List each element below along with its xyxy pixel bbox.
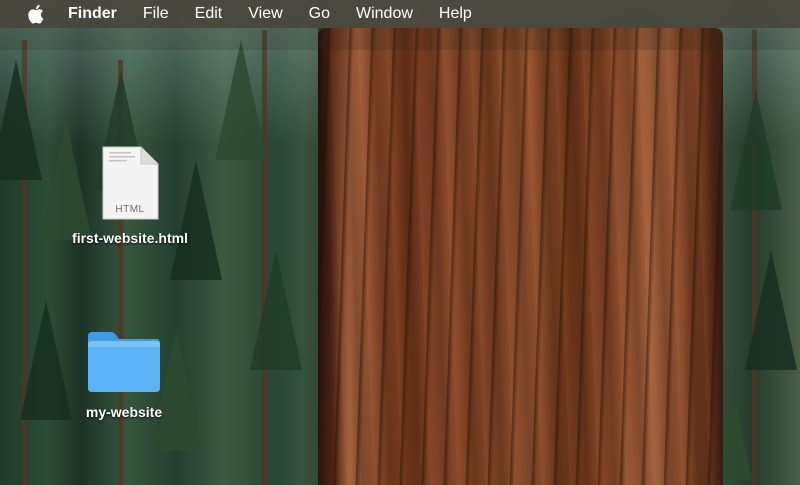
sequoia-trunk: [318, 28, 723, 485]
menu-view[interactable]: View: [248, 5, 282, 23]
menu-help[interactable]: Help: [439, 5, 472, 23]
background-tree: [745, 250, 797, 370]
desktop-icon-first-website-html[interactable]: HTML first-website.html: [50, 146, 210, 246]
menubar-shadow: [0, 28, 800, 50]
desktop-icon-my-website[interactable]: my-website: [44, 330, 204, 420]
menu-edit[interactable]: Edit: [195, 5, 223, 23]
desktop-icon-label: my-website: [85, 404, 163, 420]
menu-window[interactable]: Window: [356, 5, 413, 23]
background-tree: [250, 250, 302, 370]
desktop[interactable]: Finder File Edit View Go Window Help HTM…: [0, 0, 800, 485]
html-document-icon[interactable]: HTML: [101, 146, 159, 220]
html-badge: HTML: [115, 204, 145, 215]
background-tree: [215, 40, 267, 160]
background-tree: [730, 90, 782, 210]
desktop-icon-label: first-website.html: [72, 230, 188, 246]
menu-bar: Finder File Edit View Go Window Help: [0, 0, 800, 28]
background-tree: [0, 60, 42, 180]
apple-icon[interactable]: [26, 4, 44, 24]
sequoia-trunk-shadow: [318, 28, 348, 485]
menu-go[interactable]: Go: [309, 5, 330, 23]
menu-file[interactable]: File: [143, 5, 169, 23]
menu-finder[interactable]: Finder: [68, 5, 117, 23]
folder-icon[interactable]: [85, 330, 163, 394]
